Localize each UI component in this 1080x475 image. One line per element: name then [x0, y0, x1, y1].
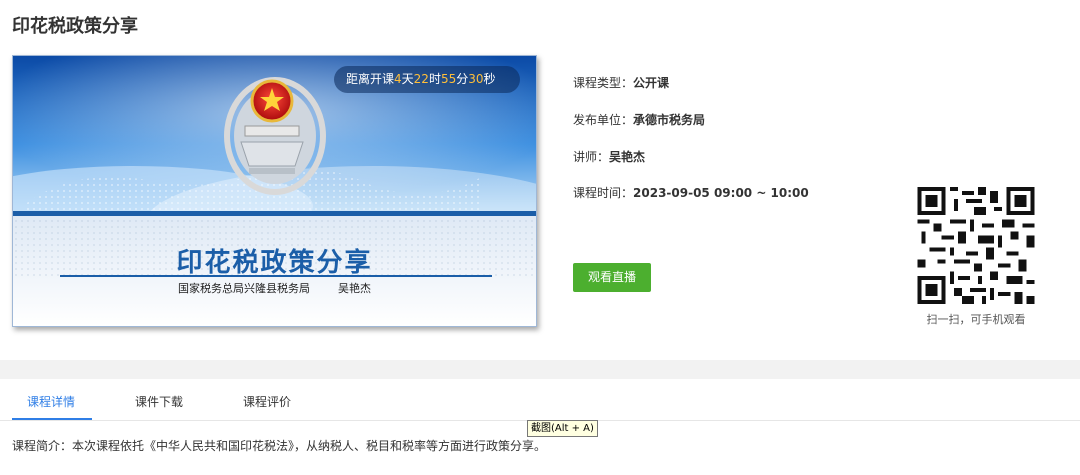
cover-divider: [60, 275, 492, 277]
tax-emblem-icon: [224, 77, 326, 195]
countdown-timer: 距离开课4天22时55分30秒: [334, 66, 520, 93]
active-tab-indicator: [12, 418, 92, 420]
qr-caption: 扫一扫，可手机观看: [926, 313, 1026, 326]
watch-live-button[interactable]: 观看直播: [573, 263, 651, 292]
screenshot-tooltip: 截图(Alt + A): [527, 420, 598, 437]
tab-course-detail[interactable]: 课程详情: [27, 393, 75, 410]
cover-speaker: 吴艳杰: [338, 282, 371, 295]
course-type: 课程类型：公开课: [573, 76, 670, 90]
course-time: 课程时间：2023-09-05 09:00 ~ 10:00: [573, 186, 809, 200]
cover-title: 印花税政策分享: [176, 248, 373, 278]
tab-courseware-download[interactable]: 课件下载: [135, 393, 183, 410]
cover-org: 国家税务总局兴隆县税务局: [178, 282, 310, 295]
course-summary: 课程简介：本次课程依托《中华人民共和国印花税法》，从纳税人、税目和税率等方面进行…: [12, 439, 547, 453]
course-cover-image: 距离开课4天22时55分30秒 印花税政策分享 国家税务总局兴隆县税务局 吴艳杰: [12, 55, 537, 327]
page-title: 印花税政策分享: [12, 16, 138, 37]
course-tabs: 课程详情 课件下载 课程评价: [0, 379, 1080, 421]
course-publisher: 发布单位：承德市税务局: [573, 113, 706, 127]
course-teacher: 讲师：吴艳杰: [573, 150, 646, 164]
tab-course-review[interactable]: 课程评价: [243, 393, 291, 410]
cover-subtitle: 国家税务总局兴隆县税务局 吴艳杰: [13, 280, 536, 296]
section-divider: [0, 360, 1080, 379]
qr-code-icon: [917, 187, 1035, 304]
